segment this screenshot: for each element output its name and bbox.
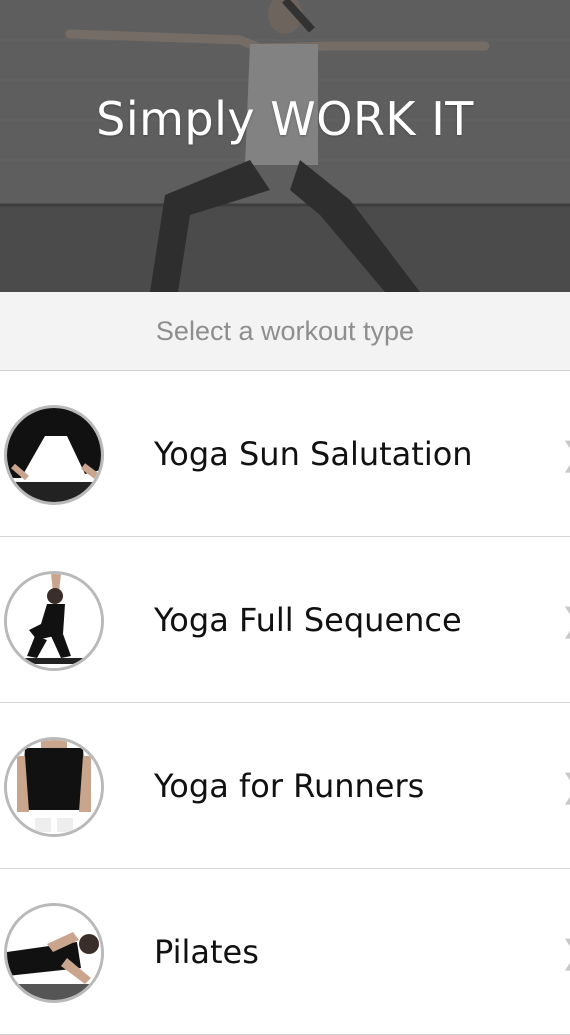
section-header: Select a workout type: [0, 292, 570, 371]
workout-label: Yoga Full Sequence: [154, 601, 462, 639]
workout-label: Pilates: [154, 933, 259, 971]
chevron-right-icon: ❯: [560, 767, 570, 805]
chevron-right-icon: ❯: [560, 601, 570, 639]
chair-pose-icon: [4, 571, 104, 671]
chevron-right-icon: ❯: [560, 933, 570, 971]
workout-label: Yoga Sun Salutation: [154, 435, 473, 473]
workout-row-yoga-for-runners[interactable]: Yoga for Runners ❯: [0, 703, 570, 869]
workout-row-pilates[interactable]: Pilates ❯: [0, 869, 570, 1035]
app-title: Simply WORK IT: [96, 92, 474, 146]
hero-banner: Simply WORK IT: [0, 0, 570, 292]
chevron-right-icon: ❯: [560, 435, 570, 473]
downward-dog-pose-icon: [4, 405, 104, 505]
seated-runner-icon: [4, 737, 104, 837]
workout-row-yoga-sun-salutation[interactable]: Yoga Sun Salutation ❯: [0, 371, 570, 537]
yoga-warrior-photo: [0, 0, 570, 292]
section-header-label: Select a workout type: [155, 315, 415, 346]
workout-list: Yoga Sun Salutation ❯ Yoga Full Sequence…: [0, 371, 570, 1035]
workout-row-yoga-full-sequence[interactable]: Yoga Full Sequence ❯: [0, 537, 570, 703]
pilates-side-lying-icon: [4, 903, 104, 1003]
workout-label: Yoga for Runners: [154, 767, 425, 805]
